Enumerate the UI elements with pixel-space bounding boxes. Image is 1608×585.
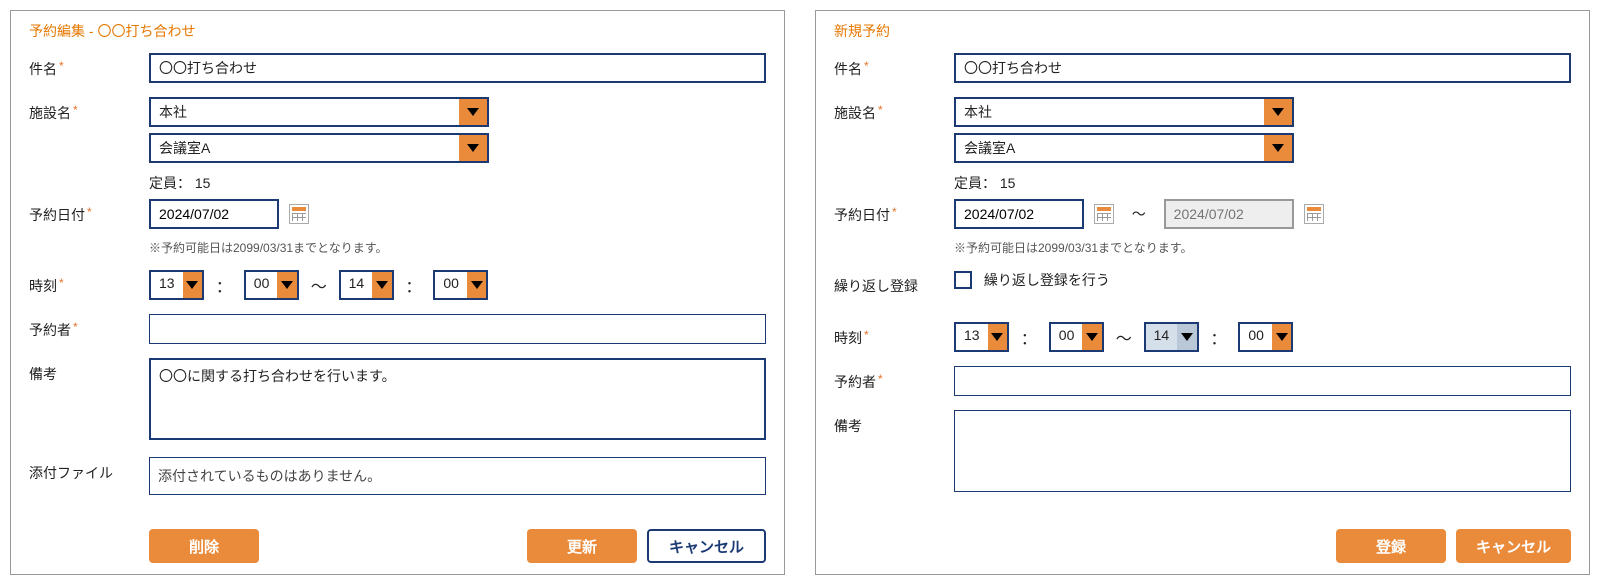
notes-textarea[interactable]	[954, 410, 1571, 492]
register-button[interactable]: 登録	[1336, 529, 1446, 563]
chevron-down-icon[interactable]	[1264, 135, 1292, 161]
date-to-input	[1164, 199, 1294, 229]
notes-textarea[interactable]	[149, 358, 766, 440]
reserver-label: 予約者*	[834, 366, 954, 396]
date-from-input[interactable]	[954, 199, 1084, 229]
subject-label: 件名*	[29, 53, 149, 83]
chevron-down-icon[interactable]	[1082, 324, 1101, 350]
panel-title: 新規予約	[816, 11, 1589, 47]
chevron-down-icon[interactable]	[467, 272, 486, 298]
date-input[interactable]	[149, 199, 279, 229]
date-note: ※予約可能日は2099/03/31までとなります。	[954, 239, 1571, 256]
new-reservation-panel: 新規予約 件名* 施設名* 本社 会議室A 定員： 15	[815, 10, 1590, 575]
chevron-down-icon[interactable]	[372, 272, 391, 298]
time-to-hour[interactable]: 14	[339, 270, 394, 300]
time-to-hour: 14	[1144, 322, 1199, 352]
time-label: 時刻*	[834, 322, 954, 352]
cancel-button[interactable]: キャンセル	[1456, 529, 1571, 563]
repeat-label: 繰り返し登録	[834, 270, 954, 296]
calendar-icon[interactable]	[1304, 204, 1324, 224]
update-button[interactable]: 更新	[527, 529, 637, 563]
chevron-down-icon[interactable]	[277, 272, 296, 298]
time-to-min[interactable]: 00	[433, 270, 488, 300]
date-note: ※予約可能日は2099/03/31までとなります。	[149, 239, 766, 256]
time-from-hour[interactable]: 13	[954, 322, 1009, 352]
time-from-min[interactable]: 00	[244, 270, 299, 300]
cancel-button[interactable]: キャンセル	[647, 529, 766, 563]
notes-label: 備考	[834, 410, 954, 495]
chevron-down-icon[interactable]	[459, 99, 487, 125]
chevron-down-icon	[1177, 324, 1196, 350]
chevron-down-icon[interactable]	[183, 272, 202, 298]
attachment-label: 添付ファイル	[29, 457, 149, 495]
calendar-icon[interactable]	[1094, 204, 1114, 224]
repeat-checkbox-label: 繰り返し登録を行う	[984, 272, 1110, 288]
subject-input[interactable]	[149, 53, 766, 83]
time-label: 時刻*	[29, 270, 149, 300]
facility-label: 施設名*	[834, 97, 954, 127]
form-scroll[interactable]: 件名* 施設名* 本社 会議室A 定員： 15 予約日付	[11, 47, 784, 574]
time-to-min[interactable]: 00	[1238, 322, 1293, 352]
subject-input[interactable]	[954, 53, 1571, 83]
chevron-down-icon[interactable]	[1264, 99, 1292, 125]
capacity-text: 定員： 15	[954, 173, 1571, 193]
edit-reservation-panel: 予約編集 - 〇〇打ち合わせ 件名* 施設名* 本社 会議室A 定員： 1	[10, 10, 785, 575]
capacity-text: 定員： 15	[149, 173, 766, 193]
attachment-box[interactable]: 添付されているものはありません。	[149, 457, 766, 495]
facility-select[interactable]: 本社	[149, 97, 489, 127]
panel-title: 予約編集 - 〇〇打ち合わせ	[11, 11, 784, 47]
calendar-icon[interactable]	[289, 204, 309, 224]
date-label: 予約日付*	[29, 199, 149, 256]
subject-label: 件名*	[834, 53, 954, 83]
date-label: 予約日付*	[834, 199, 954, 256]
room-select[interactable]: 会議室A	[954, 133, 1294, 163]
form-scroll[interactable]: 件名* 施設名* 本社 会議室A 定員： 15 予約日付	[816, 47, 1589, 574]
notes-label: 備考	[29, 358, 149, 443]
time-from-min[interactable]: 00	[1049, 322, 1104, 352]
chevron-down-icon[interactable]	[459, 135, 487, 161]
delete-button[interactable]: 削除	[149, 529, 259, 563]
reserver-input	[954, 366, 1571, 396]
facility-select[interactable]: 本社	[954, 97, 1294, 127]
reserver-input	[149, 314, 766, 344]
repeat-checkbox[interactable]	[954, 271, 972, 289]
chevron-down-icon[interactable]	[1272, 324, 1291, 350]
chevron-down-icon[interactable]	[988, 324, 1007, 350]
reserver-label: 予約者*	[29, 314, 149, 344]
facility-label: 施設名*	[29, 97, 149, 127]
time-from-hour[interactable]: 13	[149, 270, 204, 300]
room-select[interactable]: 会議室A	[149, 133, 489, 163]
